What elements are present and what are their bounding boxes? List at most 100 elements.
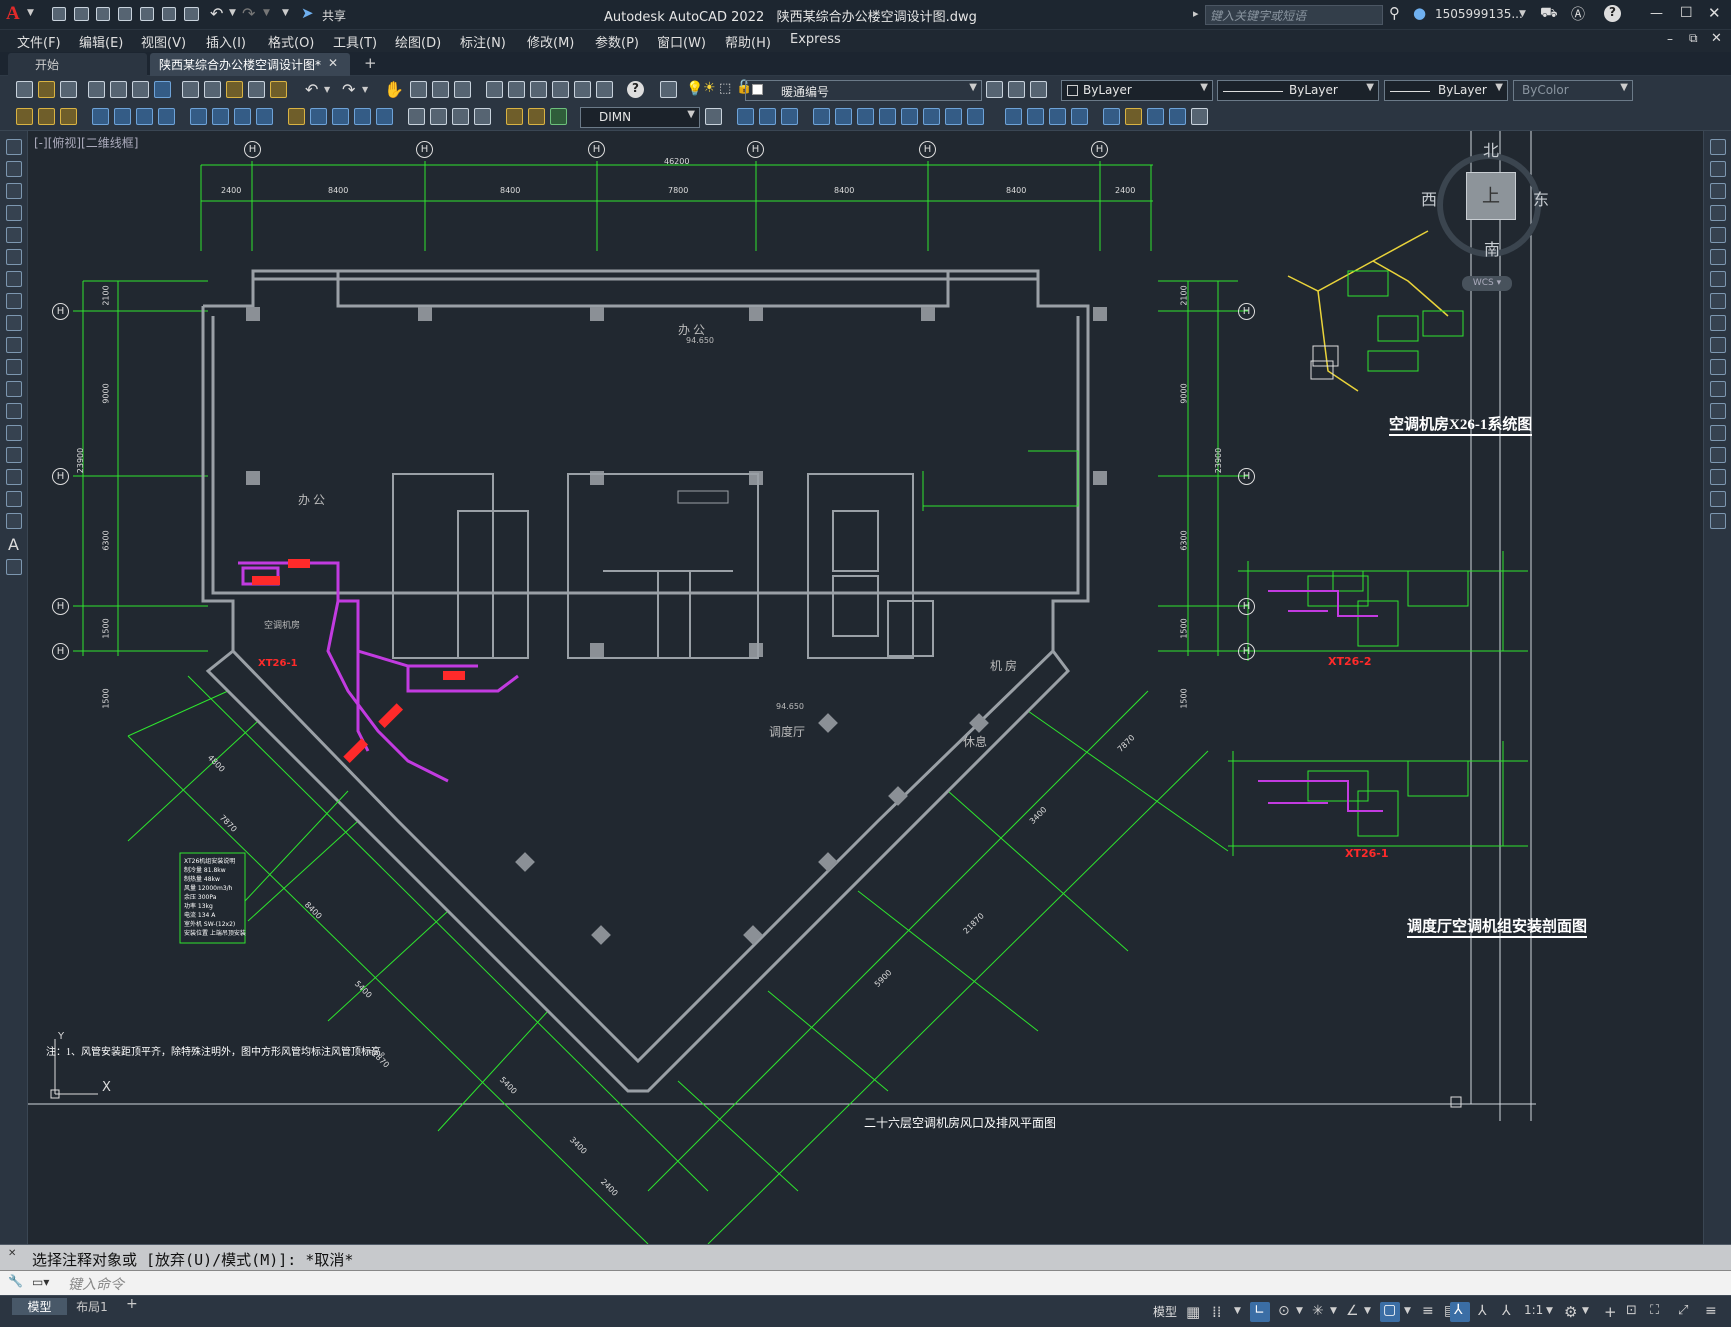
auto-scale-icon[interactable]: ⅄ xyxy=(1478,1303,1487,1321)
save-web-icon[interactable] xyxy=(162,7,176,21)
explode-icon[interactable] xyxy=(1710,513,1726,529)
modify-icon-9[interactable] xyxy=(923,108,940,125)
color-dropdown[interactable]: ByLayer ▼ xyxy=(1061,80,1213,101)
clean-screen-icon[interactable]: ⤢ xyxy=(1678,1303,1688,1321)
layer-properties-icon[interactable] xyxy=(660,81,677,98)
dim-update-icon[interactable] xyxy=(550,108,567,125)
undo-dropdown-icon[interactable]: ▼ xyxy=(324,85,330,94)
redo-icon[interactable]: ↷ xyxy=(342,80,355,99)
modify-icon-5[interactable] xyxy=(835,108,852,125)
save-icon[interactable] xyxy=(96,7,110,21)
customize-qat-icon[interactable]: ▼ xyxy=(282,8,289,18)
offset-icon[interactable] xyxy=(1710,205,1726,221)
line-icon[interactable] xyxy=(6,139,22,155)
cart-icon[interactable]: ⛟ xyxy=(1540,5,1558,23)
copy-object-icon[interactable] xyxy=(1710,161,1726,177)
array-icon[interactable] xyxy=(1710,227,1726,243)
menu-parametric[interactable]: 参数(P) xyxy=(595,32,639,51)
tab-model[interactable]: 模型 xyxy=(12,1298,67,1315)
dim-break-icon[interactable] xyxy=(376,108,393,125)
user-name[interactable]: 1505999135... xyxy=(1435,7,1523,21)
cmd-grip-icon[interactable]: ✕ xyxy=(8,1248,16,1259)
add-selected-icon[interactable] xyxy=(6,559,22,575)
app-logo-icon[interactable]: A xyxy=(6,3,20,25)
modify-icon-7[interactable] xyxy=(879,108,896,125)
workspace-dropdown-icon[interactable]: ▼ xyxy=(1582,1306,1589,1324)
match-prop-icon[interactable] xyxy=(248,81,265,98)
toolbar-icon-1[interactable] xyxy=(16,108,33,125)
jogged-dim-icon[interactable] xyxy=(212,108,229,125)
workspace-gear-icon[interactable]: ⚙ xyxy=(1564,1303,1577,1321)
modify-icon-14[interactable] xyxy=(1049,108,1066,125)
modify-icon-3[interactable] xyxy=(781,108,798,125)
point-icon[interactable] xyxy=(6,425,22,441)
make-block-icon[interactable] xyxy=(6,403,22,419)
tab-start[interactable]: 开始 xyxy=(8,53,147,76)
viewcube-north[interactable]: 北 xyxy=(1483,137,1499,161)
menu-insert[interactable]: 插入(I) xyxy=(206,32,246,51)
menu-express[interactable]: Express xyxy=(790,32,841,47)
viewcube-south[interactable]: 南 xyxy=(1484,236,1500,260)
circle-icon[interactable] xyxy=(6,271,22,287)
search-expand-icon[interactable]: ▸ xyxy=(1193,7,1199,20)
copy-icon[interactable] xyxy=(204,81,221,98)
fillet-icon[interactable] xyxy=(1710,469,1726,485)
jogged-linear-icon[interactable] xyxy=(474,108,491,125)
drawing-canvas[interactable]: [-][俯视][二维线框] X Y 46200 2400 8400 8400 7… xyxy=(28,131,1703,1244)
trim-icon[interactable] xyxy=(1710,337,1726,353)
dimstyle-manager-icon[interactable] xyxy=(705,108,722,125)
add-layout-button[interactable]: + xyxy=(126,1296,138,1312)
open-file-icon[interactable] xyxy=(74,7,89,21)
polygon-icon[interactable] xyxy=(6,205,22,221)
lineweight-dropdown[interactable]: ByLayer ▼ xyxy=(1384,80,1508,101)
pan-icon[interactable]: ✋ xyxy=(384,80,404,99)
redo-dropdown-icon[interactable]: ▼ xyxy=(362,85,368,94)
cmd-recent-icon[interactable]: ▭▾ xyxy=(32,1275,49,1289)
break-point-icon[interactable] xyxy=(1710,381,1726,397)
maximize-icon[interactable]: ☐ xyxy=(1680,5,1693,21)
save-as-icon[interactable] xyxy=(118,7,132,21)
layer-freeze-icon[interactable]: ☀ xyxy=(703,80,716,96)
plotstyle-dropdown[interactable]: ByColor ▼ xyxy=(1513,80,1633,101)
layer-on-icon[interactable]: 💡 xyxy=(686,81,703,97)
annotation-scale-value[interactable]: 1:1 xyxy=(1524,1303,1543,1321)
insert-block-icon[interactable] xyxy=(6,381,22,397)
design-center-icon[interactable] xyxy=(508,81,525,98)
doc-restore-icon[interactable]: ⧉ xyxy=(1689,31,1698,46)
break-icon[interactable] xyxy=(1710,403,1726,419)
command-input[interactable] xyxy=(64,1271,1724,1295)
rotate-icon[interactable] xyxy=(1710,271,1726,287)
polyline-icon[interactable] xyxy=(6,183,22,199)
doc-close-icon[interactable]: ✕ xyxy=(1711,31,1722,46)
mirror-icon[interactable] xyxy=(1710,183,1726,199)
otrack-icon[interactable]: ∠ xyxy=(1346,1303,1359,1321)
construction-line-icon[interactable] xyxy=(6,161,22,177)
menu-view[interactable]: 视图(V) xyxy=(141,32,186,51)
qnew-icon[interactable] xyxy=(16,81,33,98)
toolbar-icon-2[interactable] xyxy=(38,108,55,125)
extend-icon[interactable] xyxy=(1710,359,1726,375)
calculator-icon[interactable] xyxy=(596,81,613,98)
markup-icon[interactable] xyxy=(574,81,591,98)
menu-draw[interactable]: 绘图(D) xyxy=(395,32,441,51)
publish-icon[interactable] xyxy=(132,81,149,98)
undo-icon[interactable]: ↶ xyxy=(305,80,318,99)
hatch-icon[interactable] xyxy=(6,447,22,463)
modify-icon-4[interactable] xyxy=(813,108,830,125)
modify-icon-19[interactable] xyxy=(1169,108,1186,125)
doc-minimize-icon[interactable]: – xyxy=(1667,32,1673,46)
chamfer-icon[interactable] xyxy=(1710,447,1726,463)
annotation-scale-icon[interactable]: ⅄ xyxy=(1502,1303,1511,1321)
menu-tools[interactable]: 工具(T) xyxy=(333,32,377,51)
menu-format[interactable]: 格式(O) xyxy=(268,32,314,51)
tab-layout1[interactable]: 布局1 xyxy=(67,1298,117,1315)
baseline-dim-icon[interactable] xyxy=(310,108,327,125)
join-icon[interactable] xyxy=(1710,425,1726,441)
menu-file[interactable]: 文件(F) xyxy=(17,32,61,51)
plot-icon[interactable] xyxy=(88,81,105,98)
paste-icon[interactable] xyxy=(226,81,243,98)
redo-icon[interactable]: ↷ xyxy=(242,4,255,23)
dim-text-edit-icon[interactable] xyxy=(528,108,545,125)
polar-dropdown-icon[interactable]: ▼ xyxy=(1296,1306,1303,1324)
user-icon[interactable]: ● xyxy=(1413,4,1426,22)
